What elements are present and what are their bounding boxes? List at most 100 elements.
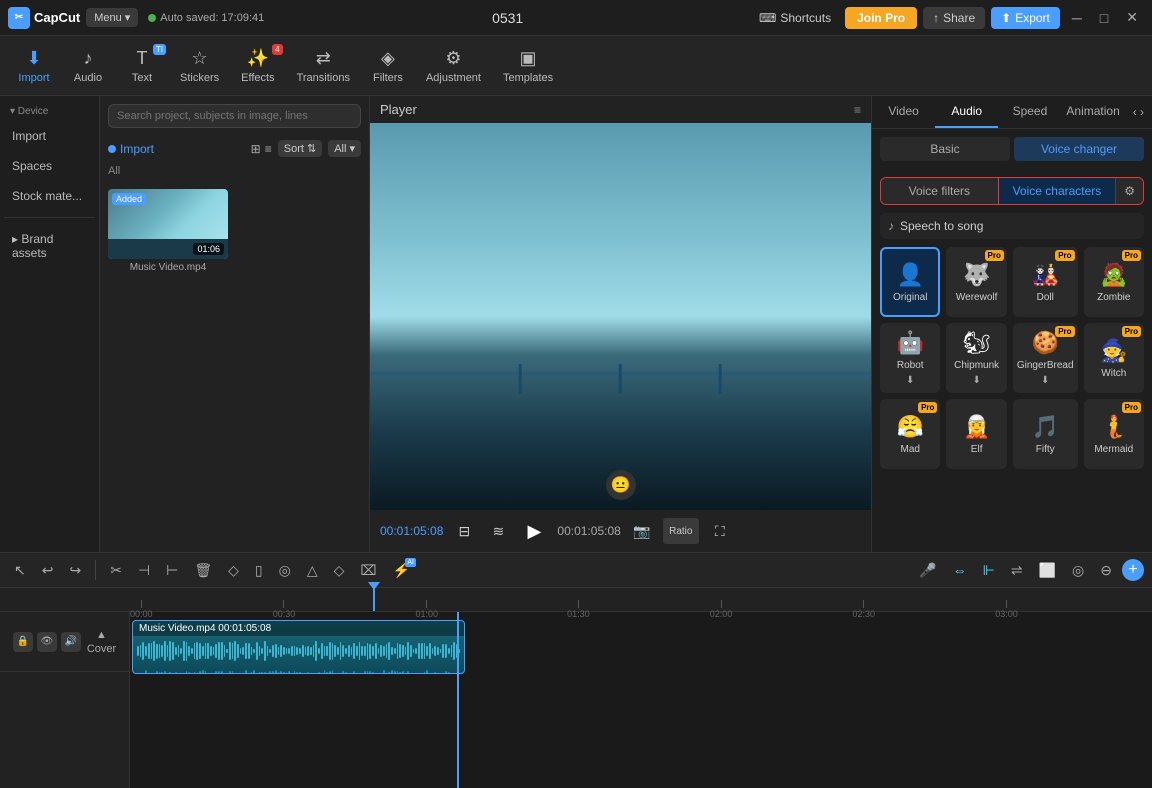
toolbar-text[interactable]: T Text TI [116,42,168,90]
video-track-clip[interactable]: Music Video.mp4 00:01:05:08 [132,620,465,674]
play-button[interactable]: ▶ [519,516,549,546]
voice-card-doll[interactable]: Pro 🎎 Doll [1013,247,1078,317]
audio-wave-bar [161,672,163,674]
voice-filters-button[interactable]: Voice filters [881,178,998,204]
sidebar-item-stock-mate[interactable]: Stock mate... [4,183,95,209]
voice-card-original[interactable]: 👤 Original [880,247,940,317]
mask-button[interactable]: ◇ [222,558,245,583]
crop-button[interactable]: ▯ [249,558,269,583]
voice-changer-toggle-button[interactable]: Voice changer [1014,137,1144,161]
list-view-button[interactable]: ≡ [265,142,272,156]
waveform-bar [215,644,217,659]
waveform-bar [369,644,371,659]
audio-wave-bar [296,672,298,674]
voice-card-fifty[interactable]: 🎵 Fifty [1013,399,1078,469]
voice-card-elf[interactable]: 🧝 Elf [946,399,1006,469]
voice-card-witch[interactable]: Pro 🧙 Witch [1084,323,1144,393]
saved-dot-icon [148,14,156,22]
basic-toggle-button[interactable]: Basic [880,137,1010,161]
voice-card-werewolf[interactable]: Pro 🐺 Werewolf [946,247,1006,317]
select-tool-button[interactable]: ↖ [8,558,32,583]
eye-icon[interactable]: 👁 [37,632,57,652]
sidebar-item-import[interactable]: Import [4,123,95,149]
waveform-bar [180,648,182,653]
share-button[interactable]: ↑ Share [923,7,985,29]
all-filter-button[interactable]: All ▾ [328,140,361,157]
audio-wave-bar [437,673,439,674]
trim-start-button[interactable]: ⊣ [132,558,156,583]
freeze-button[interactable]: ◎ [273,558,297,583]
unlink-button[interactable]: ⇌ [1005,558,1029,583]
audio-wave-bar [272,671,274,674]
import-button[interactable]: Import [108,142,154,156]
vc-filter-icon[interactable]: ⚙ [1115,178,1143,204]
logo-text: CapCut [34,10,80,25]
shortcuts-label: Shortcuts [780,11,831,25]
search-input[interactable] [108,104,361,128]
voice-card-robot[interactable]: 🤖 Robot ⬇ [880,323,940,393]
toolbar-audio[interactable]: ♪ Audio [62,42,114,90]
sort-button[interactable]: Sort ⇅ [278,140,322,157]
tab-audio[interactable]: Audio [935,96,998,128]
toolbar-stickers[interactable]: ☆ Stickers [170,42,229,90]
playhead[interactable] [373,588,375,611]
toolbar-effects[interactable]: ✨ Effects 4 [231,42,284,90]
tab-video[interactable]: Video [872,96,935,128]
tab-speed[interactable]: Speed [998,96,1061,128]
flip-button[interactable]: △ [301,558,324,583]
shortcuts-button[interactable]: ⌨ Shortcuts [751,8,839,28]
ratio-button[interactable]: Ratio [663,518,699,544]
split-button[interactable]: ✂ [104,558,128,583]
waveform-icon[interactable]: ≋ [485,518,511,544]
menu-button[interactable]: Menu ▾ [86,8,138,27]
ai-tools-button[interactable]: ⚡ AI [387,558,416,583]
adjustment-icon: ⚙ [445,48,461,69]
voice-card-mermaid[interactable]: Pro 🧜 Mermaid [1084,399,1144,469]
join-pro-button[interactable]: Join Pro [845,7,917,29]
undo-button[interactable]: ↩ [36,558,60,583]
tab-animation[interactable]: Animation [1062,96,1125,128]
toolbar-filters[interactable]: ◈ Filters [362,42,414,90]
voice-card-chipmunk[interactable]: 🐿 Chipmunk ⬇ [946,323,1006,393]
sidebar-item-brand-assets[interactable]: ▸ Brand assets [4,226,95,266]
voice-card-mad[interactable]: Pro 😤 Mad [880,399,940,469]
minus-button[interactable]: ⊖ [1094,558,1118,583]
crop-trim-button[interactable]: ⌧ [354,558,382,583]
redo-button[interactable]: ↪ [63,558,87,583]
camera-icon[interactable]: 📷 [629,518,655,544]
voice-card-gingerbread[interactable]: Pro 🍪 GingerBread ⬇ [1013,323,1078,393]
media-thumbnail[interactable]: Added 01:06 [108,189,228,259]
grid-view-button[interactable]: ⊞ [251,142,261,156]
timeline-ruler: 00:00 00:30 01:00 01:30 02:00 02:30 [0,588,1152,612]
link-clips-button[interactable]: ⇔ [947,558,973,582]
speed-ramp-button[interactable]: ◎ [1066,558,1090,583]
waveform-bar [251,647,253,655]
fullscreen-button[interactable]: ⛶ [707,518,733,544]
keyframe-button[interactable]: ◇ [328,558,351,583]
toolbar-import[interactable]: ⬇ Import [8,42,60,90]
delete-button[interactable]: 🗑 [188,558,218,583]
toolbar-adjustment[interactable]: ⚙ Adjustment [416,42,491,90]
close-button[interactable]: ✕ [1120,5,1144,30]
tab-more-icon[interactable]: ‹ › [1125,96,1152,128]
minimize-button[interactable]: ─ [1066,6,1088,30]
lock-icon[interactable]: 🔒 [13,632,33,652]
export-button[interactable]: ⬆ Export [991,7,1060,29]
voice-characters-button[interactable]: Voice characters [998,178,1116,204]
cover-label[interactable]: ▲ Cover [87,629,116,655]
voice-card-zombie[interactable]: Pro 🧟 Zombie [1084,247,1144,317]
audio-track-icon[interactable]: 🔊 [61,632,81,652]
toolbar-templates[interactable]: ▣ Templates [493,42,563,90]
speech-to-song-row[interactable]: Speech to song [880,213,1144,239]
audio-wave-bar [288,671,290,674]
player-menu-icon[interactable]: ≡ [854,103,861,117]
toolbar-transitions[interactable]: ⇄ Transitions [287,42,360,90]
add-track-button[interactable]: + [1122,559,1144,581]
maximize-button[interactable]: □ [1094,6,1114,30]
replace-button[interactable]: ⬜ [1033,558,1062,583]
split-audio-button[interactable]: ⊩ [977,558,1001,583]
sidebar-item-spaces[interactable]: Spaces [4,153,95,179]
timeline-icon[interactable]: ⊟ [451,518,477,544]
trim-end-button[interactable]: ⊢ [160,558,184,583]
mic-button[interactable]: 🎤 [913,558,942,583]
